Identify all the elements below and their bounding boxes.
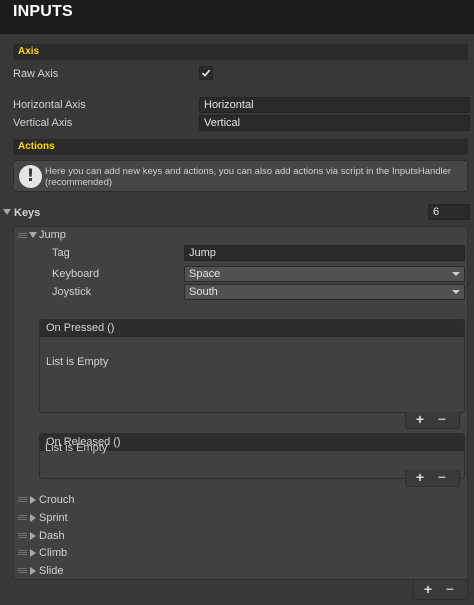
keys-label[interactable]: Keys <box>14 207 40 219</box>
key-item-jump[interactable]: Jump <box>39 229 66 241</box>
keys-count-field[interactable]: 6 <box>428 204 470 220</box>
keyboard-dropdown[interactable]: Space <box>184 266 465 282</box>
drag-handle-icon[interactable] <box>18 533 27 538</box>
jump-foldout-arrow-icon[interactable] <box>29 232 37 238</box>
axis-section-title: Axis <box>18 46 40 57</box>
dash-foldout-arrow-icon[interactable] <box>30 532 36 540</box>
keys-list-buttons: + − <box>413 580 468 600</box>
chevron-down-icon <box>452 290 460 294</box>
vertical-axis-label: Vertical Axis <box>13 117 73 129</box>
on-pressed-event: On Pressed () List is Empty <box>39 319 465 413</box>
on-pressed-add-button[interactable]: + <box>410 412 430 428</box>
raw-axis-checkbox[interactable] <box>199 66 213 80</box>
slide-foldout-arrow-icon[interactable] <box>30 567 36 575</box>
on-pressed-remove-button[interactable]: − <box>432 412 452 428</box>
raw-axis-label: Raw Axis <box>13 68 59 80</box>
horizontal-axis-field[interactable]: Horizontal <box>199 97 470 113</box>
on-released-list-buttons: + − <box>405 470 460 487</box>
keyboard-dropdown-value: Space <box>189 268 221 280</box>
key-item-dash[interactable]: Dash <box>39 530 65 542</box>
on-pressed-header: On Pressed () <box>40 320 464 337</box>
actions-section-header: Actions <box>13 139 468 155</box>
chevron-down-icon <box>452 272 460 276</box>
tag-field[interactable]: Jump <box>184 245 465 261</box>
drag-handle-icon[interactable] <box>18 233 27 238</box>
keys-remove-button[interactable]: − <box>440 582 460 598</box>
help-message: Here you can add new keys and actions, y… <box>45 166 452 188</box>
info-icon <box>19 165 42 188</box>
vertical-axis-field[interactable]: Vertical <box>199 115 470 131</box>
joystick-label: Joystick <box>52 286 92 298</box>
key-item-slide[interactable]: Slide <box>39 565 63 577</box>
help-box: Here you can add new keys and actions, y… <box>13 160 468 192</box>
on-released-event: On Released () <box>39 433 465 479</box>
sprint-foldout-arrow-icon[interactable] <box>30 514 36 522</box>
tag-label: Tag <box>52 247 70 259</box>
on-released-empty-text: List is Empty <box>45 442 108 454</box>
joystick-dropdown[interactable]: South <box>184 284 465 300</box>
on-pressed-list-buttons: + − <box>405 412 460 429</box>
keyboard-label: Keyboard <box>52 268 100 280</box>
climb-foldout-arrow-icon[interactable] <box>30 549 36 557</box>
keys-add-button[interactable]: + <box>418 582 438 598</box>
actions-section-title: Actions <box>18 141 55 152</box>
crouch-foldout-arrow-icon[interactable] <box>30 496 36 504</box>
horizontal-axis-label: Horizontal Axis <box>13 99 86 111</box>
keys-foldout-arrow-icon[interactable] <box>3 209 11 215</box>
drag-handle-icon[interactable] <box>18 568 27 573</box>
drag-handle-icon[interactable] <box>18 515 27 520</box>
on-released-remove-button[interactable]: − <box>432 470 452 486</box>
drag-handle-icon[interactable] <box>18 497 27 502</box>
window-title: INPUTS <box>13 3 73 20</box>
on-released-add-button[interactable]: + <box>410 470 430 486</box>
key-item-crouch[interactable]: Crouch <box>39 494 74 506</box>
checkmark-icon <box>201 69 211 77</box>
key-item-climb[interactable]: Climb <box>39 547 67 559</box>
axis-section-header: Axis <box>13 44 468 60</box>
title-bar: INPUTS <box>0 0 474 34</box>
key-item-sprint[interactable]: Sprint <box>39 512 68 524</box>
on-pressed-title: On Pressed () <box>46 322 115 334</box>
on-pressed-empty-text: List is Empty <box>46 356 109 368</box>
joystick-dropdown-value: South <box>189 286 218 298</box>
drag-handle-icon[interactable] <box>18 550 27 555</box>
